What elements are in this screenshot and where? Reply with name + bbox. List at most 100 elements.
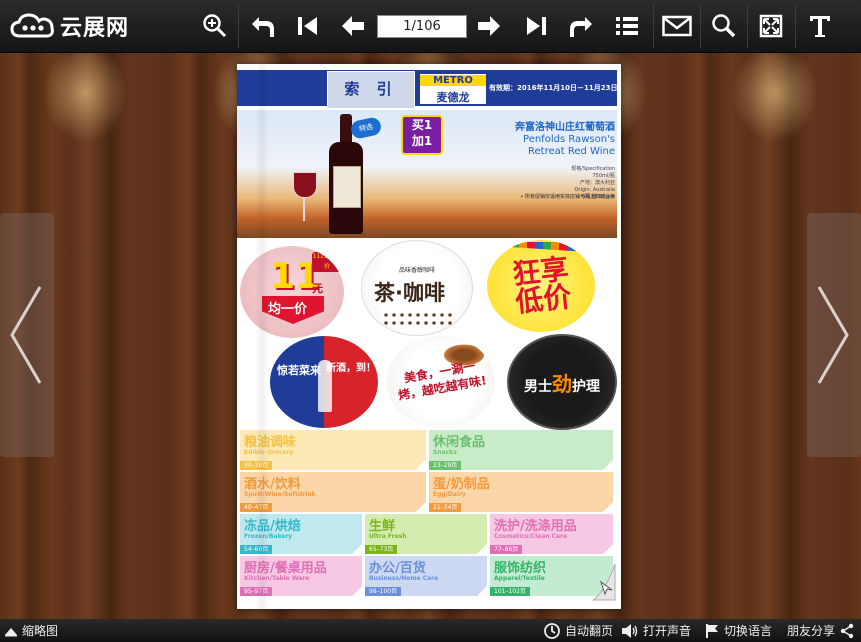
category-title-cn: 生鲜 [369,519,396,534]
switch-language-button[interactable]: 切换语言 [704,619,772,642]
cloud-logo-icon [10,13,54,38]
coffee-beans-image [382,311,452,327]
mail-icon [662,15,692,37]
next-page-side-button[interactable] [807,213,861,457]
category-title-en: Business/Home Care [369,575,439,582]
page-fold-corner [603,460,613,470]
promo-mens-care-circle[interactable]: 男士劲护理 [507,334,617,430]
category-pages: 21–34页 [429,503,462,512]
category-index-grid: 粮油调味 Edible Grocery 30–38页 休闲食品 Snacks 2… [237,430,617,604]
zoom-in-button[interactable] [196,0,234,52]
last-page-icon [527,17,546,35]
prev-page-icon [342,16,364,36]
auto-flip-button[interactable]: 自动翻页 [543,619,613,642]
share-button[interactable]: 朋友分享 [787,619,855,642]
page-fold-corner [352,586,362,596]
chevron-left-icon [10,286,42,384]
category-title-cn: 冻品/烘焙 [244,519,301,534]
list-icon [616,17,638,35]
prev-page-button[interactable] [334,0,372,52]
toolbar-divider [795,4,796,48]
triangle-up-icon [5,627,17,636]
next-page-button[interactable] [470,0,508,52]
page-curl-corner-icon[interactable] [591,562,617,602]
badge-line-1: 买1 [411,118,433,132]
category-pages: 77–86页 [490,545,523,554]
bunting-flags [495,242,587,252]
wine-detail-line: 规格/Specification [571,166,615,172]
category-cell[interactable]: 办公/百货 Business/Home Care 98–100页 [365,556,487,596]
metro-cn-text: 麦德龙 [436,91,470,104]
wine-title-en-1: Penfolds Rawson's [523,134,615,145]
coffee-subtitle: 品味香醇咖啡 [398,267,435,274]
sound-toggle-button[interactable]: 打开声音 [621,619,691,642]
new-wine-right-text: 新酒，到！ [326,363,376,374]
prev-page-side-button[interactable] [0,213,54,457]
table-of-contents-button[interactable] [608,0,646,52]
page-fold-corner [477,544,487,554]
promo-hotpot-bbq-circle[interactable]: 美食，一涮一烤，越吃越有味! [387,336,495,428]
wine-detail-line: 产地：澳大利亚 [579,180,615,186]
category-title-en: Ultra Fresh [369,533,407,540]
category-title-cn: 休闲食品 [433,435,486,450]
wine-title: 奔富洛神山庄红葡萄酒 Penfolds Rawson's Retreat Red… [487,122,615,158]
next-page-icon [478,16,500,36]
toolbar-divider [238,4,239,48]
page-fold-corner [477,586,487,596]
email-button[interactable] [658,0,696,52]
toolbar-divider [747,4,748,48]
clock-icon [544,622,560,639]
promo-price-unit: 元 [312,282,323,295]
mens-care-pre: 男士 [524,379,552,395]
index-title: 索 引 [327,71,415,109]
wine-detail-line: 750ml/瓶 [592,173,616,179]
share-label: 朋友分享 [787,624,836,638]
page-number-input[interactable]: 1/106 [377,15,467,38]
fullscreen-button[interactable] [752,0,790,52]
metro-brand-text: METRO [420,75,486,86]
share-icon [840,623,854,638]
first-page-button[interactable] [289,0,327,52]
category-cell[interactable]: 洗护/洗涤用品 Cosmetics/Clean Care 77–86页 [490,514,613,554]
buy-one-get-one-badge: 买1 加1 [401,115,443,155]
category-title-cn: 洗护/洗涤用品 [494,519,577,534]
undo-button[interactable] [244,0,282,52]
category-title-cn: 粮油调味 [244,435,297,450]
fullscreen-icon [759,14,783,38]
promo-tea-coffee-circle[interactable]: 品味香醇咖啡 茶·咖啡 [361,240,473,336]
speaker-icon [622,623,638,638]
sound-label: 打开声音 [643,624,692,638]
app-logo[interactable]: 云展网 [10,12,130,41]
promo-crazy-low-price-circle[interactable]: 狂享低价 [487,240,595,332]
undo-icon [252,17,274,37]
magazine-page[interactable]: 索 引 METRO 麦德龙 有效期：2016年11月10日－11月23日 特选 … [237,64,621,609]
category-title-en: Egg/Dairy [433,491,466,498]
badge-line-2: 加1 [411,134,433,148]
category-title-cn: 蛋/奶制品 [433,477,490,492]
new-wine-left-text: 惊若菜来 [277,364,321,377]
wine-banner[interactable]: 特选 买1 加1 奔富洛神山庄红葡萄酒 Penfolds Rawson's Re… [237,110,617,238]
toolbar-divider [653,4,654,48]
language-label: 切换语言 [724,624,773,638]
last-page-button[interactable] [517,0,555,52]
category-cell[interactable]: 蛋/奶制品 Egg/Dairy 21–34页 [429,472,613,512]
metro-logo: METRO 麦德龙 [419,73,487,105]
search-icon [712,14,736,38]
category-cell[interactable]: 休闲食品 Snacks 23–29页 [429,430,613,470]
redo-button[interactable] [562,0,600,52]
chevron-right-icon [817,286,849,384]
coffee-title: 茶·咖啡 [374,281,445,305]
promo-new-wine-circle[interactable]: 惊若菜来 新酒，到！ [270,336,378,428]
bottom-toolbar: 缩略图 自动翻页 打开声音 切换语言 朋友分享 [0,619,861,642]
search-button[interactable] [705,0,743,52]
page-fold-corner [603,544,613,554]
crazy-low-price-title: 狂享低价 [510,252,573,319]
category-pages: 23–29页 [429,461,462,470]
text-icon [810,16,830,37]
category-cell[interactable]: 生鲜 Ultra Fresh 65–73页 [365,514,487,554]
thumbnails-button[interactable]: 缩略图 [4,619,58,642]
text-mode-button[interactable] [800,0,840,52]
app-name: 云展网 [60,16,130,41]
page-spine-shadow [255,64,269,609]
category-title-en: Snacks [433,449,457,456]
